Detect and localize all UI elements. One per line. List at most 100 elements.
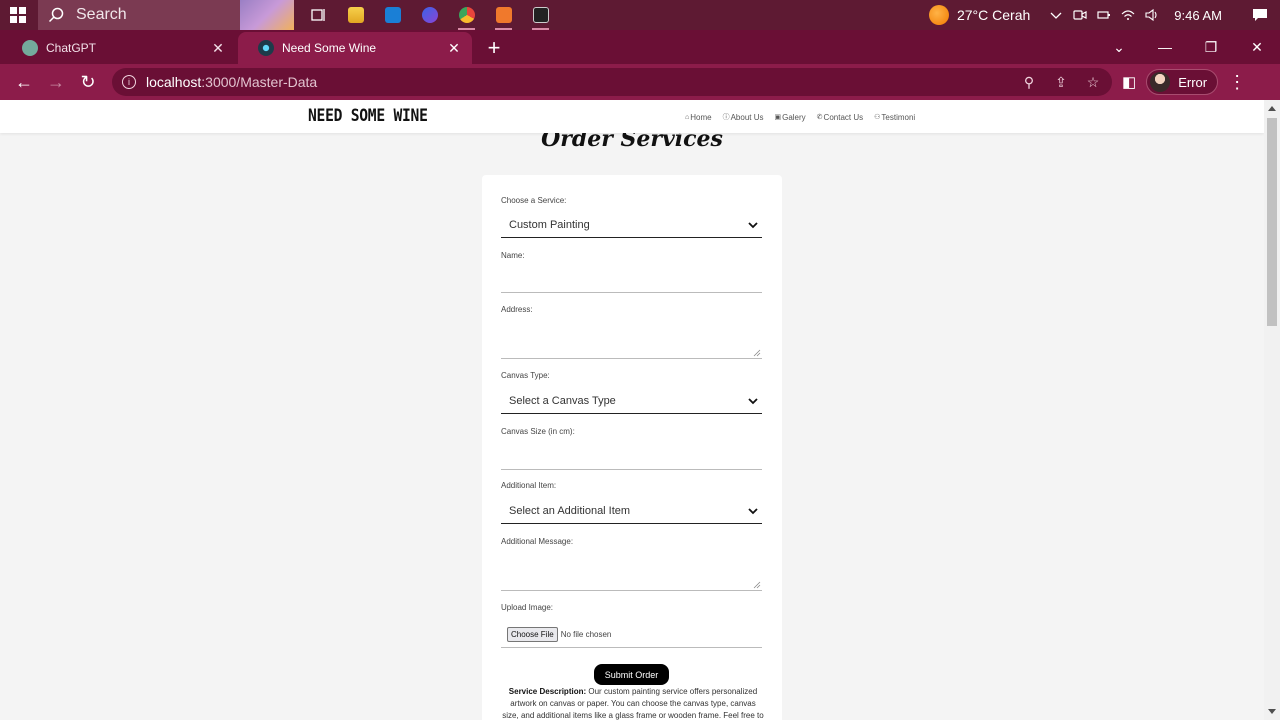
tray-overflow-button[interactable] — [1044, 0, 1068, 30]
info-icon: ⓘ — [722, 114, 730, 121]
terminal-icon — [532, 7, 549, 23]
browser-toolbar: ← → ↻ i localhost:3000/Master-Data ⚲ ⇪ ☆… — [0, 64, 1280, 100]
nav-link-label: Contact Us — [823, 112, 864, 122]
nav-link-testimoni[interactable]: ⚇ Testimoni — [874, 112, 915, 122]
scroll-down-arrow-icon[interactable] — [1268, 709, 1276, 714]
taskbar-app-sublime[interactable] — [485, 0, 522, 30]
tray-meet-now[interactable] — [1068, 0, 1092, 30]
wifi-icon — [1121, 10, 1135, 20]
nav-link-contact[interactable]: ✆ Contact Us — [817, 112, 863, 122]
back-button[interactable]: ← — [8, 66, 40, 98]
address-textarea[interactable] — [501, 319, 762, 359]
site-info-icon[interactable]: i — [122, 75, 136, 89]
notifications-button[interactable] — [1240, 0, 1280, 30]
nav-link-label: Testimoni — [881, 112, 916, 122]
tray-wifi[interactable] — [1116, 0, 1140, 30]
site-navbar: NEED SOME WINE ⌂ Home ⓘ About Us ▣ Galery ✆… — [0, 100, 1264, 133]
browser-tab-strip: ChatGPT ✕ Need Some Wine ✕ + ⌄ — ❐ ✕ — [0, 30, 1280, 64]
canvas-type-select-value: Select a Canvas Type — [509, 395, 616, 407]
task-view-button[interactable] — [300, 0, 337, 30]
taskbar-search-box[interactable]: Search — [38, 0, 294, 30]
weather-text[interactable]: 27°C Cerah — [957, 7, 1030, 23]
tab-title: ChatGPT — [46, 41, 97, 55]
service-label: Choose a Service: — [501, 196, 567, 205]
tray-battery[interactable] — [1092, 0, 1116, 30]
windows-start-button[interactable] — [0, 0, 36, 30]
message-textarea[interactable] — [501, 551, 762, 591]
search-icon — [48, 7, 64, 23]
tray-volume[interactable] — [1140, 0, 1164, 30]
chevron-up-icon — [1050, 12, 1062, 19]
canvas-type-label: Canvas Type: — [501, 371, 550, 380]
close-window-button[interactable]: ✕ — [1234, 30, 1280, 64]
restore-button[interactable]: ❐ — [1188, 30, 1234, 64]
chatgpt-favicon-icon — [22, 40, 38, 56]
additional-item-select[interactable]: Select an Additional Item — [501, 499, 762, 524]
nav-link-home[interactable]: ⌂ Home — [685, 112, 712, 122]
close-tab-icon[interactable]: ✕ — [446, 40, 462, 56]
new-tab-button[interactable]: + — [478, 32, 510, 64]
profile-button[interactable]: Error — [1146, 69, 1219, 95]
taskbar-app-media[interactable] — [411, 0, 448, 30]
canvas-type-select[interactable]: Select a Canvas Type — [501, 389, 762, 414]
side-panel-icon[interactable]: ◧ — [1122, 73, 1136, 91]
page-scrollbar[interactable] — [1264, 100, 1280, 720]
close-icon: ✕ — [1251, 38, 1263, 55]
search-highlight-image — [240, 0, 294, 30]
service-select[interactable]: Custom Painting — [501, 213, 762, 238]
address-label: Address: — [501, 305, 533, 314]
restore-icon: ❐ — [1204, 38, 1218, 55]
nav-link-galery[interactable]: ▣ Galery — [774, 112, 805, 122]
avatar — [1150, 72, 1171, 92]
site-nav-links: ⌂ Home ⓘ About Us ▣ Galery ✆ Contact Us ⚇ Tes… — [685, 112, 915, 122]
menu-kebab-icon[interactable]: ⋮ — [1228, 72, 1246, 93]
resize-grip-icon[interactable] — [753, 349, 761, 357]
taskbar-app-chrome[interactable] — [448, 0, 485, 30]
zoom-icon[interactable]: ⚲ — [1020, 74, 1038, 91]
tab-chatgpt[interactable]: ChatGPT ✕ — [2, 32, 236, 64]
nav-link-label: About Us — [730, 112, 764, 122]
name-input[interactable] — [501, 265, 762, 293]
choose-file-button[interactable]: Choose File — [507, 627, 558, 642]
clock[interactable]: 9:46 AM — [1174, 8, 1222, 23]
taskbar-app-mail[interactable] — [374, 0, 411, 30]
camera-icon — [1073, 10, 1087, 20]
scrollbar-thumb[interactable] — [1267, 118, 1277, 326]
resize-grip-icon[interactable] — [753, 581, 761, 589]
share-icon[interactable]: ⇪ — [1052, 74, 1070, 91]
weather-icon[interactable] — [928, 5, 949, 25]
tab-search-button[interactable]: ⌄ — [1096, 30, 1142, 64]
additional-item-label: Additional Item: — [501, 481, 557, 490]
scroll-up-arrow-icon[interactable] — [1268, 106, 1276, 111]
service-description: Service Description: Our custom painting… — [502, 686, 764, 720]
arrow-left-icon: ← — [15, 71, 33, 92]
nav-link-about[interactable]: ⓘ About Us — [723, 112, 764, 122]
submit-order-button[interactable]: Submit Order — [594, 664, 669, 685]
site-brand[interactable]: NEED SOME WINE — [308, 106, 428, 126]
message-label: Additional Message: — [501, 537, 574, 546]
mail-icon — [384, 7, 401, 23]
canvas-size-input[interactable] — [501, 441, 762, 470]
taskbar-app-terminal[interactable] — [522, 0, 559, 30]
file-status-text: No file chosen — [560, 630, 612, 639]
upload-label: Upload Image: — [501, 603, 554, 612]
minimize-button[interactable]: — — [1142, 30, 1188, 64]
home-icon: ⌂ — [685, 113, 690, 121]
nav-link-label: Galery — [782, 112, 806, 122]
tab-need-some-wine[interactable]: Need Some Wine ✕ — [238, 32, 472, 64]
battery-icon — [1097, 11, 1111, 19]
canvas-size-label: Canvas Size (in cm): — [501, 427, 575, 436]
chrome-icon — [458, 7, 475, 23]
forward-button[interactable]: → — [40, 66, 72, 98]
service-select-value: Custom Painting — [509, 219, 590, 231]
speaker-icon — [1145, 8, 1157, 22]
address-bar[interactable]: i localhost:3000/Master-Data ⚲ ⇪ ☆ — [112, 68, 1112, 96]
bookmark-star-icon[interactable]: ☆ — [1084, 74, 1102, 91]
taskbar-app-file-explorer[interactable] — [337, 0, 374, 30]
close-tab-icon[interactable]: ✕ — [210, 40, 226, 56]
user-icon: ⚇ — [874, 114, 881, 121]
notification-icon — [1253, 9, 1267, 21]
order-form: Choose a Service: Custom Painting Name: … — [482, 175, 782, 720]
nav-link-label: Home — [690, 112, 712, 122]
reload-button[interactable]: ↻ — [72, 66, 104, 98]
